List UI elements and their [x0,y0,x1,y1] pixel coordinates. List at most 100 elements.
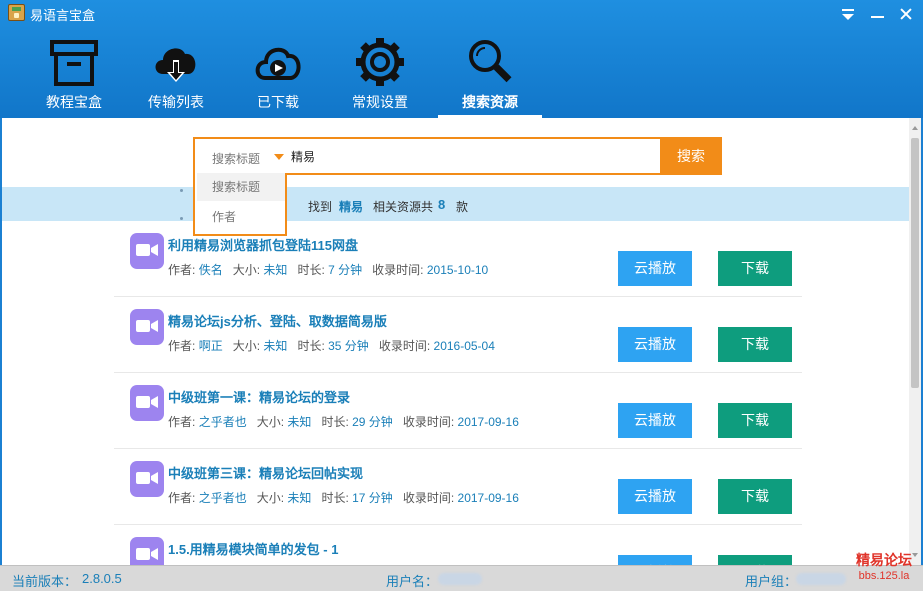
item-title[interactable]: 中级班第三课：精易论坛回帖实现 [168,463,363,482]
version-label: 当前版本： [12,574,78,589]
bullet [180,217,183,220]
result-count: 8 [438,197,446,212]
title-bar: 易语言宝盒 [0,0,923,26]
meta-author: 佚名 [198,263,223,277]
nav-item-downloaded[interactable]: 已下载 [226,30,330,118]
box-icon [50,40,98,86]
video-file-icon [130,233,164,269]
meta-label: 作者: [168,415,196,429]
cloud-download-icon [155,48,196,82]
search-type-select[interactable]: 搜索标题 [195,139,285,173]
nav-label: 已下载 [257,94,299,110]
result-keyword: 精易 [339,200,364,214]
item-meta: 作者: 啊正 大小: 未知 时长: 35 分钟 收录时间: 2016-05-04 [168,337,495,354]
meta-label: 收录时间: [378,339,431,353]
cloud-play-button[interactable]: 云播放 [618,555,692,565]
nav-item-tutorial-box[interactable]: 教程宝盒 [22,30,126,118]
meta-size: 未知 [287,491,312,505]
gear-icon [356,38,404,86]
nav-label: 教程宝盒 [46,94,102,110]
list-item: 精易论坛js分析、登陆、取数据简易版 作者: 啊正 大小: 未知 时长: 35 … [114,297,802,373]
search-button[interactable]: 搜索 [660,137,722,175]
download-button[interactable]: 下载 [718,555,792,565]
list-item: 1.5.用精易模块简单的发包 - 1 云播放 下载 [114,525,802,565]
version-value: 2.8.0.5 [82,571,122,586]
meta-label: 大小: [256,415,285,429]
meta-label: 时长: [321,415,349,429]
usergroup-redacted [796,573,846,585]
meta-label: 收录时间: [372,263,424,277]
chevron-down-icon [274,154,284,160]
cloud-play-button[interactable]: 云播放 [618,251,692,286]
main-panel: 搜索标题 搜索 搜索标题 作者 找到 精易 相关资源共 8 款 利用精易浏览器抓… [0,118,923,565]
meta-label: 作者: [168,263,196,277]
search-box: 搜索标题 [193,137,662,175]
result-prefix: 找到 [308,200,333,214]
item-meta: 作者: 之乎者也 大小: 未知 时长: 17 分钟 收录时间: 2017-09-… [168,489,519,506]
nav-label: 搜索资源 [462,94,518,110]
meta-label: 大小: [256,491,285,505]
status-bar: 当前版本： 2.8.0.5 用户名： 用户组： [0,565,923,591]
bullet [180,189,183,192]
meta-label: 大小: [232,263,261,277]
meta-label: 时长: [321,491,349,505]
item-title[interactable]: 精易论坛js分析、登陆、取数据简易版 [168,311,387,330]
nav-label: 常规设置 [352,94,408,110]
item-title[interactable]: 1.5.用精易模块简单的发包 - 1 [168,539,338,558]
search-icon [469,40,512,83]
video-file-icon [130,537,164,565]
app-logo-icon [8,4,25,21]
username-redacted [438,573,482,585]
result-suffix: 款 [456,200,469,214]
meta-size: 未知 [263,339,288,353]
cloud-play-button[interactable]: 云播放 [618,403,692,438]
meta-date: 2015-10-10 [426,263,489,277]
forum-watermark: 精易论坛 bbs.125.la [850,550,918,586]
meta-label: 时长: [297,339,325,353]
resource-list: 利用精易浏览器抓包登陆115网盘 作者: 佚名 大小: 未知 时长: 7 分钟 … [2,221,909,565]
meta-date: 2016-05-04 [433,339,495,353]
meta-label: 大小: [232,339,261,353]
menu-dropdown-icon[interactable] [838,6,858,22]
cloud-play-button[interactable]: 云播放 [618,327,692,362]
cloud-play-icon [255,47,301,80]
usergroup-label: 用户组： [745,574,798,589]
download-button[interactable]: 下载 [718,327,792,362]
meta-label: 作者: [168,339,196,353]
item-title[interactable]: 中级班第一课：精易论坛的登录 [168,387,350,406]
close-icon[interactable] [896,6,916,22]
meta-date: 2017-09-16 [457,491,519,505]
download-button[interactable]: 下载 [718,251,792,286]
meta-label: 收录时间: [402,491,455,505]
nav-item-search-resources[interactable]: 搜索资源 [438,30,542,118]
scroll-up-icon[interactable] [912,126,918,130]
download-button[interactable]: 下载 [718,479,792,514]
search-input[interactable] [291,145,651,167]
meta-duration: 7 分钟 [328,263,363,277]
result-middle: 相关资源共 [373,200,434,214]
meta-duration: 17 分钟 [352,491,393,505]
meta-label: 收录时间: [402,415,455,429]
window-title: 易语言宝盒 [30,8,96,23]
nav-item-settings[interactable]: 常规设置 [328,30,432,118]
item-title[interactable]: 利用精易浏览器抓包登陆115网盘 [168,235,358,254]
item-meta: 作者: 佚名 大小: 未知 时长: 7 分钟 收录时间: 2015-10-10 [168,261,488,278]
meta-size: 未知 [287,415,312,429]
minimize-icon[interactable] [868,6,888,22]
meta-label: 作者: [168,491,196,505]
scroll-thumb[interactable] [911,138,919,388]
video-file-icon [130,309,164,345]
search-type-label: 搜索标题 [212,152,261,166]
search-type-dropdown: 搜索标题 作者 [193,173,287,236]
vertical-scrollbar[interactable] [909,118,921,565]
meta-author: 之乎者也 [198,491,247,505]
list-item: 中级班第一课：精易论坛的登录 作者: 之乎者也 大小: 未知 时长: 29 分钟… [114,373,802,449]
main-nav: 教程宝盒 传输列表 已下载 常规设置 搜索资源 [0,30,923,118]
nav-item-transfer-list[interactable]: 传输列表 [124,30,228,118]
meta-duration: 29 分钟 [352,415,393,429]
cloud-play-button[interactable]: 云播放 [618,479,692,514]
dropdown-option-title[interactable]: 搜索标题 [197,173,285,201]
download-button[interactable]: 下载 [718,403,792,438]
meta-duration: 35 分钟 [328,339,369,353]
dropdown-option-author[interactable]: 作者 [197,203,285,231]
